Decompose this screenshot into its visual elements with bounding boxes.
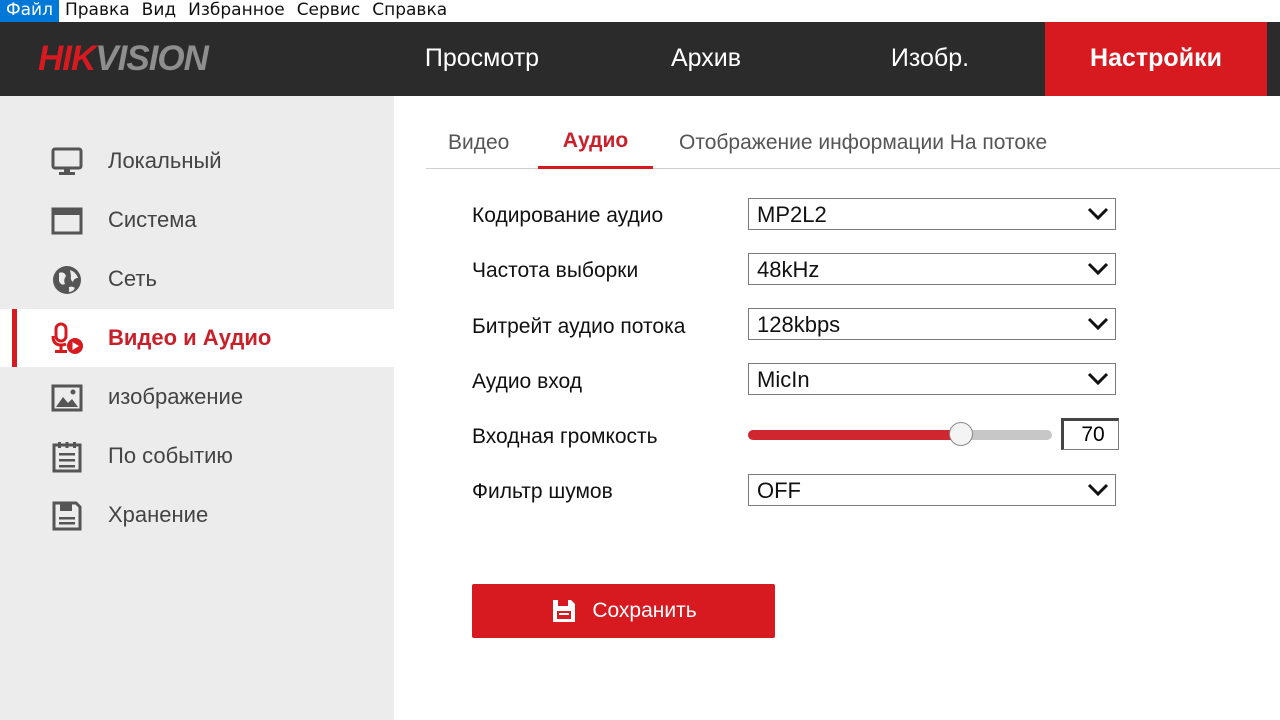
sidebar-item-event[interactable]: По событию [0, 427, 394, 485]
sample-rate-select[interactable]: 48kHz [748, 253, 1116, 285]
monitor-icon [51, 147, 83, 175]
sidebar-item-label: Сеть [108, 266, 157, 291]
menu-tools[interactable]: Сервис [291, 0, 367, 22]
chevron-down-icon [1087, 317, 1109, 331]
sample-rate-label: Частота выборки [472, 259, 639, 282]
input-volume-slider[interactable] [748, 422, 1052, 446]
sidebar-item-network[interactable]: Сеть [0, 250, 394, 308]
chevron-down-icon [1087, 262, 1109, 276]
sidebar-item-system[interactable]: Система [0, 191, 394, 249]
chevron-down-icon [1087, 483, 1109, 497]
input-volume-label: Входная громкость [472, 425, 658, 448]
tab-osd[interactable]: Отображение информации На потоке [679, 118, 1047, 166]
bitrate-select[interactable]: 128kbps [748, 308, 1116, 340]
sidebar-item-label: Хранение [108, 502, 209, 527]
menu-favorites[interactable]: Избранное [182, 0, 291, 22]
window-icon [51, 207, 83, 235]
sidebar-item-label: Система [108, 207, 197, 232]
noise-filter-select[interactable]: OFF [748, 474, 1116, 506]
logo-part-vision: VISION [95, 39, 209, 78]
sidebar-item-image[interactable]: изображение [0, 368, 394, 426]
menu-bar: Файл Правка Вид Избранное Сервис Справка [0, 0, 1280, 22]
nav-tab-playback[interactable]: Архив [618, 22, 794, 96]
floppy-icon [52, 501, 82, 531]
bitrate-label: Битрейт аудио потока [472, 315, 686, 338]
logo-part-hik: HIK [38, 39, 96, 78]
menu-help[interactable]: Справка [366, 0, 453, 22]
audio-input-label: Аудио вход [472, 370, 582, 393]
tab-video[interactable]: Видео [448, 118, 509, 166]
audio-input-select[interactable]: MicIn [748, 363, 1116, 395]
floppy-icon [553, 600, 576, 622]
input-volume-field[interactable] [1061, 418, 1119, 450]
globe-icon [53, 266, 81, 294]
hikvision-logo: HIKVISION [38, 39, 209, 79]
select-value: 128kbps [757, 312, 841, 337]
sidebar-item-video-audio[interactable]: Видео и Аудио [0, 309, 394, 367]
microphone-play-icon [51, 322, 83, 354]
select-value: 48kHz [757, 257, 820, 282]
menu-file[interactable]: Файл [0, 0, 59, 22]
save-button-label: Сохранить [592, 599, 697, 622]
sidebar-item-label: Локальный [108, 148, 222, 173]
sidebar-item-storage[interactable]: Хранение [0, 486, 394, 544]
sidebar: Локальный Система Сеть Видео и Аудио изо… [0, 96, 394, 720]
top-navigation: HIKVISION Просмотр Архив Изобр. Настройк… [0, 22, 1280, 96]
sidebar-item-label: изображение [108, 384, 244, 409]
select-value: MicIn [757, 367, 810, 392]
slider-handle[interactable] [949, 422, 973, 446]
menu-edit[interactable]: Правка [59, 0, 136, 22]
calendar-list-icon [52, 442, 82, 473]
audio-encoding-select[interactable]: MP2L2 [748, 198, 1116, 230]
nav-tab-picture[interactable]: Изобр. [842, 22, 1018, 96]
chevron-down-icon [1087, 207, 1109, 221]
image-icon [51, 384, 83, 412]
save-button[interactable]: Сохранить [472, 584, 775, 638]
chevron-down-icon [1087, 372, 1109, 386]
tab-audio[interactable]: Аудио [538, 118, 653, 169]
select-value: OFF [757, 478, 801, 503]
noise-filter-label: Фильтр шумов [472, 480, 613, 503]
select-value: MP2L2 [757, 202, 827, 227]
nav-tab-live-view[interactable]: Просмотр [394, 22, 570, 96]
sub-tabs: Видео Аудио Отображение информации На по… [426, 118, 1280, 169]
slider-fill [748, 430, 961, 440]
nav-tab-configuration[interactable]: Настройки [1045, 22, 1267, 96]
sidebar-item-label: Видео и Аудио [108, 325, 272, 350]
sidebar-item-label: По событию [108, 443, 233, 468]
menu-view[interactable]: Вид [136, 0, 182, 22]
audio-encoding-label: Кодирование аудио [472, 204, 664, 227]
sidebar-item-local[interactable]: Локальный [0, 132, 394, 190]
